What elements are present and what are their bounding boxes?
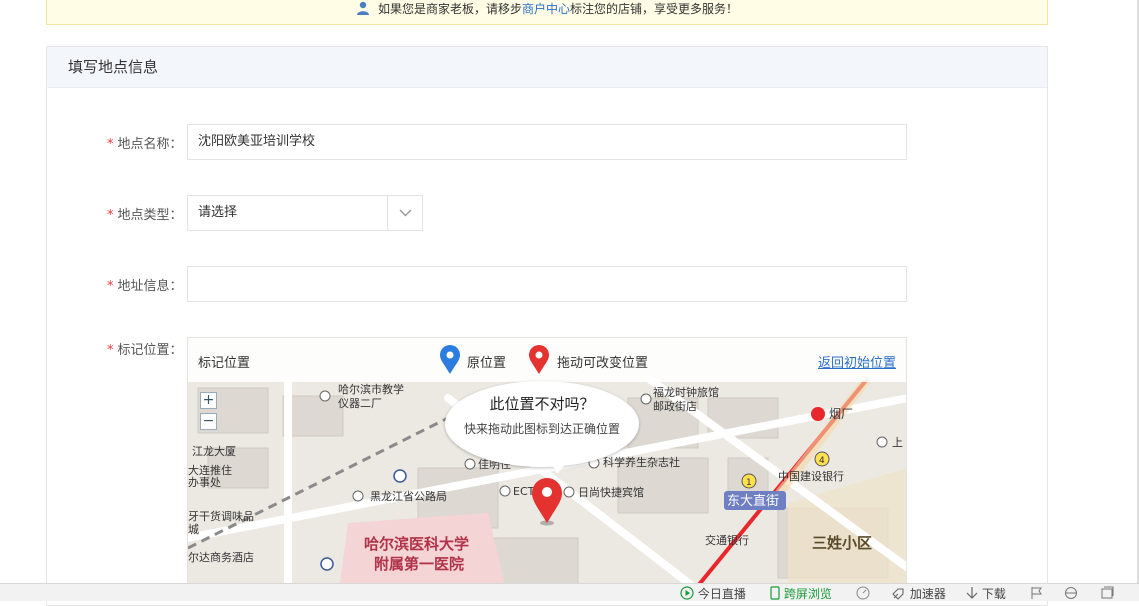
map-label-hospital-bottom: 附属第一医院: [374, 555, 464, 573]
map-label-kexue: 科学养生杂志社: [603, 455, 680, 469]
live-button[interactable]: 今日直播: [680, 586, 746, 602]
map-label-ccb: 中国建设银行: [778, 469, 844, 483]
map-label-jianglong: 江龙大厦: [192, 444, 236, 458]
map-label-yiqi: 仪器二厂: [338, 397, 382, 410]
zoom-out-button[interactable]: −: [200, 413, 217, 430]
map-label-ganhuo2: 城: [188, 523, 199, 536]
name-label: * 地点名称：: [107, 133, 187, 152]
map-label-dalian2: 办事处: [188, 476, 221, 489]
marker-label: * 标记位置：: [107, 339, 187, 358]
map-label-rixin: 日尚快捷宾馆: [578, 485, 644, 499]
required-mark: *: [107, 208, 114, 223]
phone-icon: [770, 586, 780, 600]
user-icon: [356, 1, 369, 15]
download-button[interactable]: 下载: [966, 586, 1006, 602]
bubble-question: 此位置不对吗？: [489, 395, 595, 413]
address-label: * 地址信息：: [107, 275, 187, 294]
hint-bubble: 此位置不对吗？ 快来拖动此图标到达正确位置: [445, 381, 639, 467]
legend-drag-label: 拖动可改变位置: [557, 356, 649, 371]
notice-bar: 如果您是商家老板，请移步商户中心标注您的店铺，享受更多服务！: [46, 0, 1048, 25]
ie-icon[interactable]: [1064, 586, 1078, 602]
metro-line-4: 4: [819, 456, 825, 466]
chevron-down-icon[interactable]: [387, 196, 422, 230]
type-label-text: 地点类型：: [117, 208, 183, 223]
reset-position-link[interactable]: 返回初始位置: [818, 352, 896, 371]
map-label-bocom: 交通银行: [705, 533, 749, 547]
required-mark: *: [107, 343, 114, 358]
address-label-text: 地址信息：: [117, 279, 183, 294]
download-label: 下载: [981, 587, 1006, 601]
bubble-hint: 快来拖动此图标到达正确位置: [463, 422, 620, 436]
accelerator-label: 加速器: [909, 587, 946, 601]
map-label-youzheng: 邮政街店: [653, 399, 697, 413]
map-label-shang: 上: [892, 436, 903, 449]
type-label: * 地点类型：: [107, 204, 187, 223]
map-label-ganhuo1: 牙干货调味品: [188, 509, 254, 523]
notice-suffix: 标注您的店铺，享受更多服务！: [570, 2, 739, 16]
map-label-yanchang: 烟厂: [829, 407, 853, 421]
blue-pin-icon: [440, 345, 460, 374]
type-select[interactable]: 请选择: [187, 195, 423, 231]
split-screen-label: 跨屏浏览: [783, 587, 832, 601]
legend-original-label: 原位置: [467, 356, 507, 371]
speed-icon[interactable]: [856, 586, 870, 602]
rocket-icon: [892, 588, 904, 600]
metro-line-1: 1: [746, 478, 752, 488]
split-screen-button[interactable]: 跨屏浏览: [770, 586, 832, 602]
map-label-heilongjiang: 黑龙江省公路局: [370, 490, 447, 503]
download-icon: [966, 587, 978, 599]
location-form-panel: 填写地点信息 * 地点名称： 沈阳欧美亚培训学校 * 地点类型： 请选择 * 地址信息…: [46, 46, 1048, 606]
bubble-tail: [550, 460, 569, 474]
map-label-fulong: 福龙时钟旅馆: [653, 385, 719, 399]
map-label-ect: ECT: [513, 485, 535, 498]
map-toolbar: 标记位置 原位置 拖动可改变位置 返回初始位置: [188, 338, 906, 382]
map-label-shijiao: 哈尔滨市教学: [338, 382, 404, 396]
merchant-center-link[interactable]: 商户中心: [522, 2, 570, 16]
map-label-hotel: 尔达商务酒店: [188, 550, 254, 564]
flag-icon[interactable]: [1030, 586, 1044, 602]
play-icon: [680, 586, 694, 600]
address-input[interactable]: [187, 266, 907, 302]
map-view[interactable]: 哈尔滨市教学 仪器二厂 江龙大厦 大连推住 办事处 牙干货调味品 城 尔达商务酒…: [187, 337, 907, 597]
red-pin-icon: [529, 345, 549, 374]
accelerator-button[interactable]: 加速器: [892, 586, 946, 602]
panel-title: 填写地点信息: [47, 47, 1047, 88]
name-input[interactable]: 沈阳欧美亚培训学校: [187, 124, 907, 160]
map-label-dalian1: 大连推住: [188, 463, 232, 477]
required-mark: *: [107, 137, 114, 152]
browser-status-bar: 今日直播 跨屏浏览 加速器 下载: [0, 583, 1139, 601]
type-select-value: 请选择: [198, 205, 238, 220]
name-label-text: 地点名称：: [117, 137, 183, 152]
window-icon[interactable]: [1100, 586, 1114, 602]
zoom-in-button[interactable]: +: [200, 392, 217, 409]
map-label-street: 东大直街: [727, 494, 779, 509]
live-label: 今日直播: [697, 587, 746, 601]
map-bar-title: 标记位置: [198, 356, 251, 371]
notice-prefix: 如果您是商家老板，请移步: [377, 2, 522, 16]
map-label-hospital-top: 哈尔滨医科大学: [364, 535, 469, 553]
map-label-district: 三姓小区: [812, 534, 872, 552]
marker-label-text: 标记位置：: [117, 343, 183, 358]
required-mark: *: [107, 279, 114, 294]
